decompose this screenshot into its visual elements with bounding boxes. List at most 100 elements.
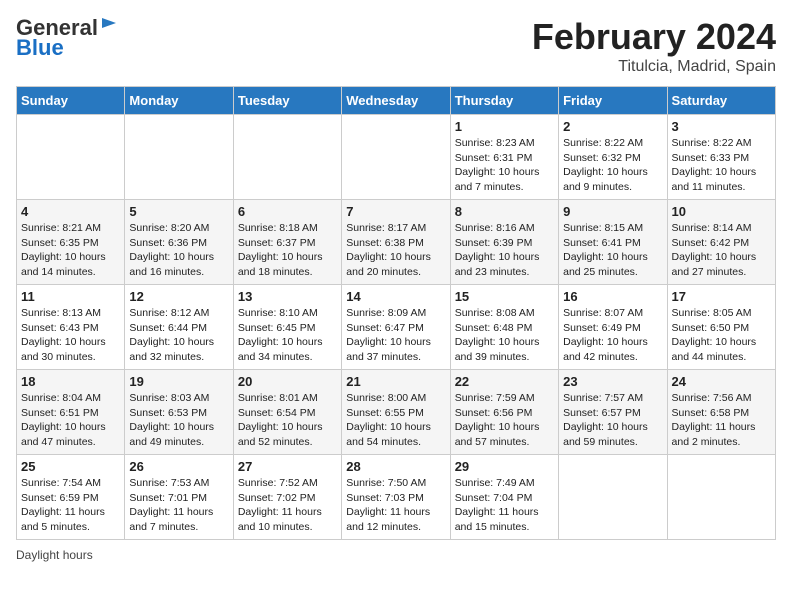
day-info: Sunrise: 8:01 AM Sunset: 6:54 PM Dayligh… (238, 391, 337, 450)
calendar-week-row: 4Sunrise: 8:21 AM Sunset: 6:35 PM Daylig… (17, 200, 776, 285)
calendar-cell (667, 455, 775, 540)
day-info: Sunrise: 8:22 AM Sunset: 6:32 PM Dayligh… (563, 136, 662, 195)
day-number: 4 (21, 204, 120, 219)
day-number: 23 (563, 374, 662, 389)
day-info: Sunrise: 8:16 AM Sunset: 6:39 PM Dayligh… (455, 221, 554, 280)
day-info: Sunrise: 8:03 AM Sunset: 6:53 PM Dayligh… (129, 391, 228, 450)
day-info: Sunrise: 8:17 AM Sunset: 6:38 PM Dayligh… (346, 221, 445, 280)
calendar-cell (233, 115, 341, 200)
calendar-cell: 6 Sunrise: 8:18 AM Sunset: 6:37 PM Daylig… (233, 200, 341, 285)
logo: General Blue (16, 16, 118, 60)
calendar-table: SundayMondayTuesdayWednesdayThursdayFrid… (16, 86, 776, 540)
daylight-label: Daylight hours (16, 548, 93, 562)
calendar-cell: 3 Sunrise: 8:22 AM Sunset: 6:33 PM Daylig… (667, 115, 775, 200)
calendar-week-row: 25Sunrise: 7:54 AM Sunset: 6:59 PM Dayli… (17, 455, 776, 540)
calendar-cell: 2Sunrise: 8:22 AM Sunset: 6:32 PM Daylig… (559, 115, 667, 200)
day-info: Sunrise: 8:10 AM Sunset: 6:45 PM Dayligh… (238, 306, 337, 365)
calendar-day-header: Tuesday (233, 87, 341, 115)
calendar-cell (17, 115, 125, 200)
calendar-cell: 21 Sunrise: 8:00 AM Sunset: 6:55 PM Dayli… (342, 370, 450, 455)
day-number: 28 (346, 459, 445, 474)
calendar-cell: 15 Sunrise: 8:08 AM Sunset: 6:48 PM Dayli… (450, 285, 558, 370)
day-number: 6 (238, 204, 337, 219)
day-number: 17 (672, 289, 771, 304)
day-number: 25 (21, 459, 120, 474)
calendar-day-header: Sunday (17, 87, 125, 115)
day-number: 13 (238, 289, 337, 304)
day-number: 14 (346, 289, 445, 304)
day-number: 20 (238, 374, 337, 389)
calendar-cell: 26 Sunrise: 7:53 AM Sunset: 7:01 PM Dayli… (125, 455, 233, 540)
page-header: General Blue February 2024 Titulcia, Mad… (16, 16, 776, 76)
calendar-day-header: Thursday (450, 87, 558, 115)
logo-blue-text: Blue (16, 36, 64, 60)
calendar-day-header: Saturday (667, 87, 775, 115)
day-info: Sunrise: 7:49 AM Sunset: 7:04 PM Dayligh… (455, 476, 554, 535)
calendar-cell: 25Sunrise: 7:54 AM Sunset: 6:59 PM Dayli… (17, 455, 125, 540)
day-info: Sunrise: 8:23 AM Sunset: 6:31 PM Dayligh… (455, 136, 554, 195)
day-number: 5 (129, 204, 228, 219)
day-number: 21 (346, 374, 445, 389)
calendar-cell: 10Sunrise: 8:14 AM Sunset: 6:42 PM Dayli… (667, 200, 775, 285)
day-number: 18 (21, 374, 120, 389)
day-info: Sunrise: 8:05 AM Sunset: 6:50 PM Dayligh… (672, 306, 771, 365)
day-info: Sunrise: 8:12 AM Sunset: 6:44 PM Dayligh… (129, 306, 228, 365)
calendar-day-header: Friday (559, 87, 667, 115)
calendar-cell: 19 Sunrise: 8:03 AM Sunset: 6:53 PM Dayli… (125, 370, 233, 455)
day-info: Sunrise: 8:22 AM Sunset: 6:33 PM Dayligh… (672, 136, 771, 195)
calendar-cell: 12 Sunrise: 8:12 AM Sunset: 6:44 PM Dayli… (125, 285, 233, 370)
calendar-cell: 7 Sunrise: 8:17 AM Sunset: 6:38 PM Daylig… (342, 200, 450, 285)
calendar-cell: 22Sunrise: 7:59 AM Sunset: 6:56 PM Dayli… (450, 370, 558, 455)
calendar-cell: 28Sunrise: 7:50 AM Sunset: 7:03 PM Dayli… (342, 455, 450, 540)
calendar-cell: 9 Sunrise: 8:15 AM Sunset: 6:41 PM Daylig… (559, 200, 667, 285)
calendar-cell: 11 Sunrise: 8:13 AM Sunset: 6:43 PM Dayli… (17, 285, 125, 370)
day-info: Sunrise: 8:20 AM Sunset: 6:36 PM Dayligh… (129, 221, 228, 280)
calendar-cell: 27 Sunrise: 7:52 AM Sunset: 7:02 PM Dayli… (233, 455, 341, 540)
calendar-cell: 14Sunrise: 8:09 AM Sunset: 6:47 PM Dayli… (342, 285, 450, 370)
calendar-day-header: Wednesday (342, 87, 450, 115)
calendar-cell: 4Sunrise: 8:21 AM Sunset: 6:35 PM Daylig… (17, 200, 125, 285)
title-block: February 2024 Titulcia, Madrid, Spain (532, 16, 776, 76)
day-info: Sunrise: 7:53 AM Sunset: 7:01 PM Dayligh… (129, 476, 228, 535)
calendar-cell: 16Sunrise: 8:07 AM Sunset: 6:49 PM Dayli… (559, 285, 667, 370)
day-info: Sunrise: 7:52 AM Sunset: 7:02 PM Dayligh… (238, 476, 337, 535)
calendar-cell: 1 Sunrise: 8:23 AM Sunset: 6:31 PM Daylig… (450, 115, 558, 200)
day-number: 12 (129, 289, 228, 304)
day-number: 19 (129, 374, 228, 389)
day-info: Sunrise: 8:15 AM Sunset: 6:41 PM Dayligh… (563, 221, 662, 280)
day-number: 9 (563, 204, 662, 219)
calendar-week-row: 11 Sunrise: 8:13 AM Sunset: 6:43 PM Dayli… (17, 285, 776, 370)
day-info: Sunrise: 8:14 AM Sunset: 6:42 PM Dayligh… (672, 221, 771, 280)
calendar-cell: 24 Sunrise: 7:56 AM Sunset: 6:58 PM Dayli… (667, 370, 775, 455)
day-number: 24 (672, 374, 771, 389)
footer: Daylight hours (16, 548, 776, 562)
day-number: 27 (238, 459, 337, 474)
calendar-cell: 5 Sunrise: 8:20 AM Sunset: 6:36 PM Daylig… (125, 200, 233, 285)
day-info: Sunrise: 8:08 AM Sunset: 6:48 PM Dayligh… (455, 306, 554, 365)
day-info: Sunrise: 7:57 AM Sunset: 6:57 PM Dayligh… (563, 391, 662, 450)
logo-flag-icon (100, 16, 118, 34)
calendar-cell: 13 Sunrise: 8:10 AM Sunset: 6:45 PM Dayli… (233, 285, 341, 370)
calendar-cell: 8 Sunrise: 8:16 AM Sunset: 6:39 PM Daylig… (450, 200, 558, 285)
day-number: 7 (346, 204, 445, 219)
day-info: Sunrise: 7:56 AM Sunset: 6:58 PM Dayligh… (672, 391, 771, 450)
day-number: 8 (455, 204, 554, 219)
day-number: 1 (455, 119, 554, 134)
calendar-day-header: Monday (125, 87, 233, 115)
calendar-week-row: 18Sunrise: 8:04 AM Sunset: 6:51 PM Dayli… (17, 370, 776, 455)
location-title: Titulcia, Madrid, Spain (532, 58, 776, 76)
calendar-cell (559, 455, 667, 540)
day-info: Sunrise: 8:00 AM Sunset: 6:55 PM Dayligh… (346, 391, 445, 450)
day-info: Sunrise: 8:18 AM Sunset: 6:37 PM Dayligh… (238, 221, 337, 280)
month-title: February 2024 (532, 16, 776, 58)
calendar-cell: 23 Sunrise: 7:57 AM Sunset: 6:57 PM Dayli… (559, 370, 667, 455)
day-info: Sunrise: 8:13 AM Sunset: 6:43 PM Dayligh… (21, 306, 120, 365)
day-number: 26 (129, 459, 228, 474)
day-number: 29 (455, 459, 554, 474)
day-number: 3 (672, 119, 771, 134)
day-number: 11 (21, 289, 120, 304)
calendar-cell: 18Sunrise: 8:04 AM Sunset: 6:51 PM Dayli… (17, 370, 125, 455)
day-number: 15 (455, 289, 554, 304)
calendar-header-row: SundayMondayTuesdayWednesdayThursdayFrid… (17, 87, 776, 115)
calendar-cell: 20 Sunrise: 8:01 AM Sunset: 6:54 PM Dayli… (233, 370, 341, 455)
